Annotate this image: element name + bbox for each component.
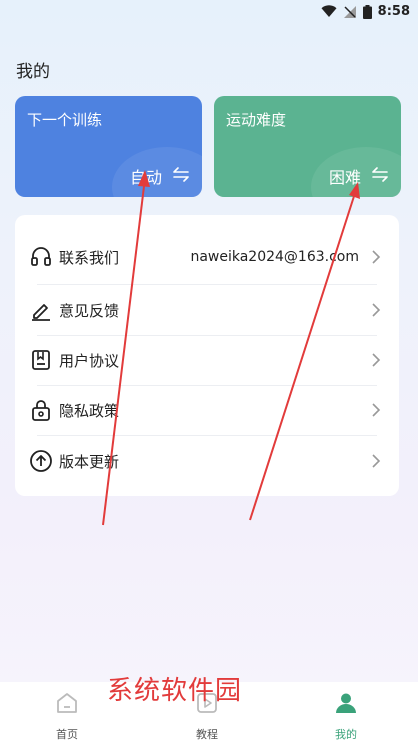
card-title: 运动难度 bbox=[226, 111, 287, 129]
menu-item-label: 隐私政策 bbox=[59, 401, 120, 420]
menu-item-privacy-policy[interactable]: 隐私政策 bbox=[15, 385, 399, 435]
wifi-icon bbox=[321, 5, 337, 17]
arrow-up-circle-icon bbox=[29, 449, 53, 473]
card-value: 自动 bbox=[129, 168, 162, 187]
home-icon bbox=[57, 693, 77, 713]
menu-item-label: 版本更新 bbox=[59, 452, 120, 471]
card-value: 困难 bbox=[328, 168, 361, 187]
edit-icon bbox=[29, 298, 53, 322]
menu-item-feedback[interactable]: 意见反馈 bbox=[15, 285, 399, 335]
watermark-text: 系统软件园 bbox=[107, 676, 243, 706]
contact-email: naweika2024@163.com bbox=[190, 249, 359, 265]
nav-label: 我的 bbox=[335, 728, 357, 741]
lock-icon bbox=[29, 398, 53, 422]
settings-menu: 联系我们 naweika2024@163.com 意见反馈 用户协议 隐私政策 … bbox=[15, 215, 399, 496]
swap-icon[interactable] bbox=[172, 166, 190, 182]
menu-item-label: 意见反馈 bbox=[59, 301, 120, 320]
nav-label: 首页 bbox=[56, 728, 78, 741]
exercise-difficulty-card[interactable]: 运动难度 困难 bbox=[214, 96, 401, 197]
user-icon bbox=[336, 693, 356, 713]
status-time: 8:58 bbox=[377, 4, 410, 19]
status-icons: 8:58 bbox=[321, 4, 410, 19]
headset-icon bbox=[29, 245, 53, 269]
chevron-right-icon bbox=[372, 250, 381, 264]
menu-item-version-update[interactable]: 版本更新 bbox=[15, 436, 399, 486]
status-bar: 8:58 bbox=[0, 0, 418, 26]
battery-icon bbox=[362, 4, 372, 19]
chevron-right-icon bbox=[372, 454, 381, 468]
signal-icon bbox=[343, 5, 356, 18]
chevron-right-icon bbox=[372, 303, 381, 317]
menu-item-user-agreement[interactable]: 用户协议 bbox=[15, 335, 399, 385]
card-title: 下一个训练 bbox=[27, 111, 103, 129]
nav-label: 教程 bbox=[196, 728, 218, 741]
page-title: 我的 bbox=[16, 62, 50, 82]
menu-item-contact[interactable]: 联系我们 naweika2024@163.com bbox=[15, 232, 399, 282]
nav-item-home[interactable]: 首页 bbox=[37, 690, 97, 742]
menu-item-label: 用户协议 bbox=[59, 351, 120, 370]
document-icon bbox=[29, 348, 53, 372]
menu-item-label: 联系我们 bbox=[59, 248, 120, 267]
next-training-card[interactable]: 下一个训练 自动 bbox=[15, 96, 202, 197]
swap-icon[interactable] bbox=[371, 166, 389, 182]
chevron-right-icon bbox=[372, 353, 381, 367]
nav-item-me[interactable]: 我的 bbox=[316, 690, 376, 742]
chevron-right-icon bbox=[372, 403, 381, 417]
